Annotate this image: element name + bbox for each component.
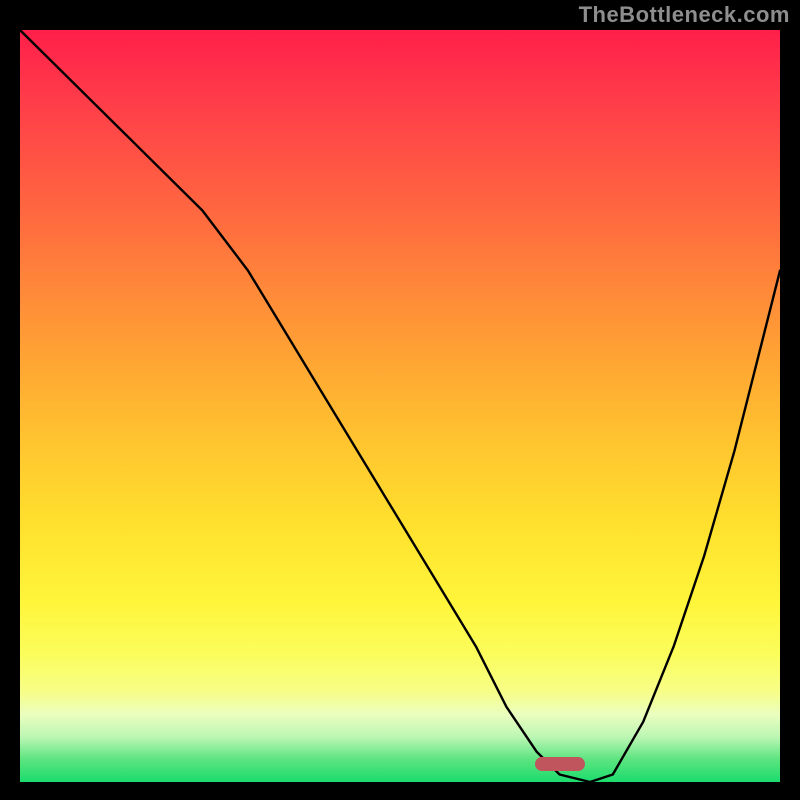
bottleneck-curve (20, 30, 780, 782)
chart-frame: TheBottleneck.com (0, 0, 800, 800)
curve-layer (20, 30, 780, 782)
watermark-text: TheBottleneck.com (579, 2, 790, 28)
minimum-marker (535, 757, 585, 771)
plot-area (20, 30, 780, 782)
